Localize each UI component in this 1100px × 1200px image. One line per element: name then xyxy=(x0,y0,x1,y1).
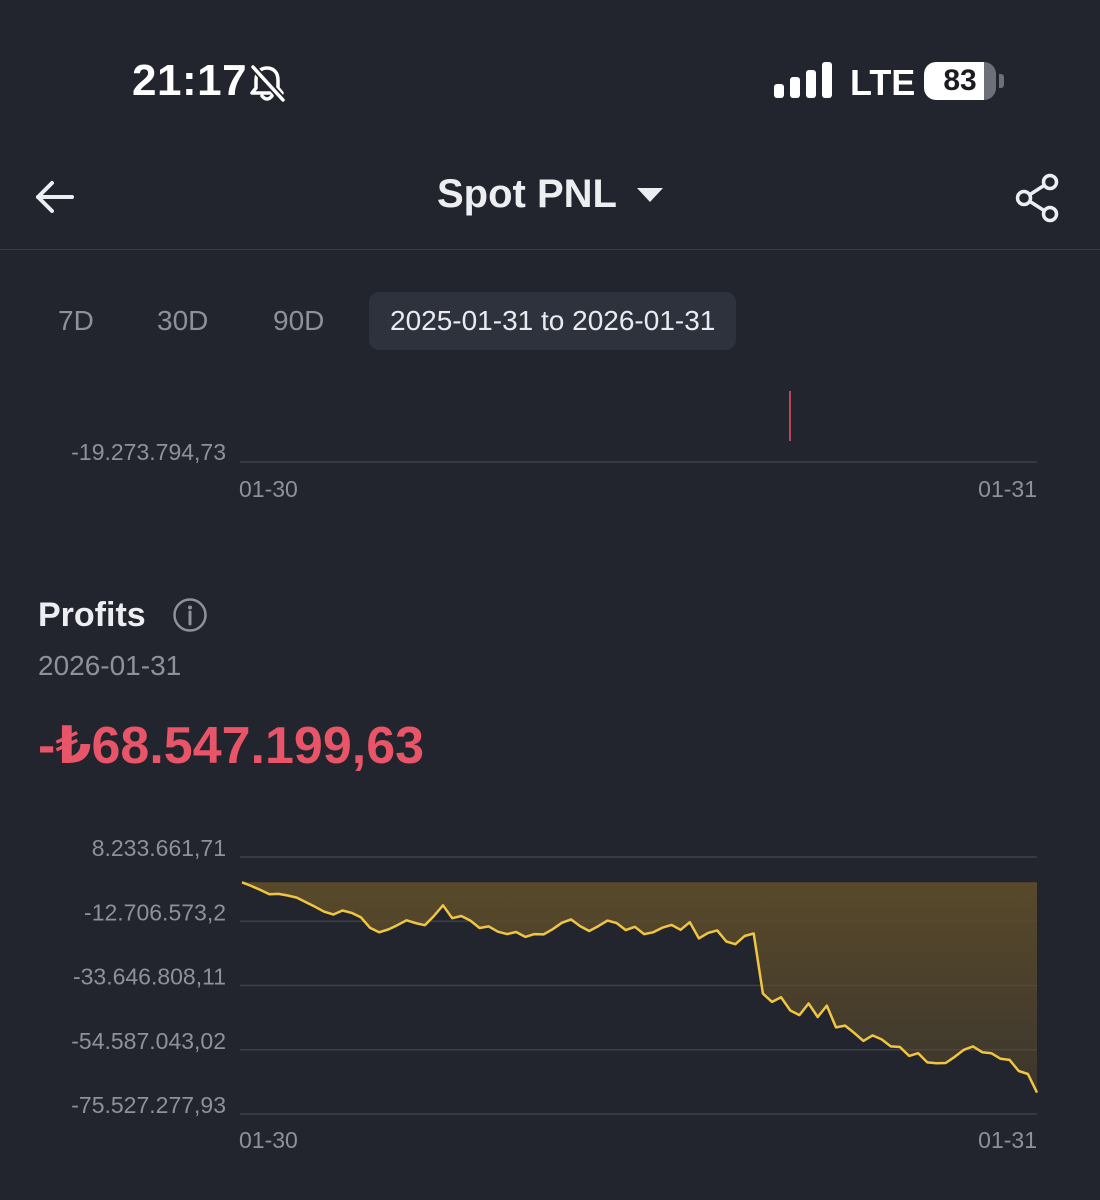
tab-30d[interactable]: 30D xyxy=(157,292,208,350)
battery-icon: 83 xyxy=(924,62,1004,100)
share-icon[interactable] xyxy=(1012,172,1064,224)
tab-custom-range[interactable]: 2025-01-31 to 2026-01-31 xyxy=(369,292,737,350)
y-tick-label: -12.706.573,2 xyxy=(84,899,226,925)
x-tick-label: 01-31 xyxy=(978,476,1037,502)
pnl-type-selector[interactable]: Spot PNL xyxy=(0,172,1100,217)
daily-pnl-chart: -19.273.794,73 01-30 01-31 xyxy=(0,380,1100,510)
info-icon[interactable] xyxy=(172,597,208,633)
profits-date: 2026-01-31 xyxy=(38,650,182,681)
clock: 21:17 xyxy=(132,56,248,105)
navigation-header: Spot PNL xyxy=(0,150,1100,250)
profits-heading: Profits xyxy=(38,596,146,634)
cellular-signal-icon xyxy=(774,62,832,98)
tab-7d[interactable]: 7D xyxy=(58,292,94,350)
battery-level: 83 xyxy=(943,64,977,97)
status-bar: 21:17 LTE 83 xyxy=(0,0,1100,130)
y-tick-label: -75.527.277,93 xyxy=(71,1092,226,1118)
x-tick-label: 01-30 xyxy=(239,476,298,502)
network-type: LTE xyxy=(850,62,916,103)
y-tick-label: -54.587.043,02 xyxy=(71,1028,226,1054)
profits-area-fill xyxy=(242,882,1037,1093)
x-tick-label: 01-31 xyxy=(978,1127,1037,1153)
tab-90d[interactable]: 90D xyxy=(273,292,324,350)
y-tick-label: -33.646.808,11 xyxy=(73,964,226,990)
profits-chart: 8.233.661,71 -12.706.573,2 -33.646.808,11 -… xyxy=(0,830,1100,1160)
x-tick-label: 01-30 xyxy=(239,1127,298,1153)
profits-value: -₺68.547.199,63 xyxy=(38,717,425,775)
bell-muted-icon xyxy=(250,64,286,103)
y-tick-label: -19.273.794,73 xyxy=(71,439,226,465)
y-tick-label: 8.233.661,71 xyxy=(92,835,226,861)
caret-down-icon xyxy=(636,187,663,202)
page-title: Spot PNL xyxy=(437,172,617,216)
